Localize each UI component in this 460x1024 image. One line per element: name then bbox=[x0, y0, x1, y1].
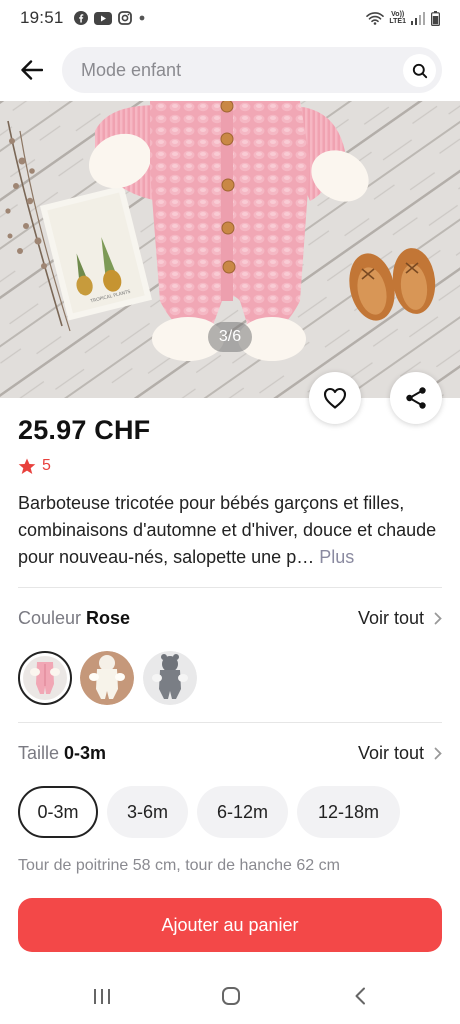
color-swatch-white[interactable] bbox=[80, 651, 134, 705]
color-swatch-gray[interactable] bbox=[143, 651, 197, 705]
youtube-icon bbox=[93, 11, 112, 25]
heart-icon bbox=[323, 387, 347, 409]
size-see-all-label: Voir tout bbox=[357, 742, 424, 763]
battery-icon bbox=[430, 10, 440, 26]
volte-bottom-label: LTE1 bbox=[389, 18, 406, 25]
size-measurement-note: Tour de poitrine 58 cm, tour de hanche 6… bbox=[18, 857, 340, 874]
size-section-header: Taille 0-3m Voir tout bbox=[18, 739, 442, 767]
size-option-0-3m[interactable]: 0-3m bbox=[18, 786, 98, 838]
search-icon bbox=[412, 63, 427, 78]
product-rating: 5 bbox=[18, 457, 51, 475]
volte-indicator: Vo)) LTE1 bbox=[389, 11, 406, 25]
size-option-3-6m[interactable]: 3-6m bbox=[107, 786, 188, 838]
facebook-icon bbox=[73, 11, 88, 25]
chevron-right-icon bbox=[434, 747, 442, 759]
add-to-cart-button[interactable]: Ajouter au panier bbox=[18, 898, 442, 952]
star-icon bbox=[18, 458, 36, 474]
back-chevron-icon bbox=[355, 987, 365, 1005]
white-romper-thumbnail bbox=[80, 651, 134, 705]
color-see-all-label: Voir tout bbox=[357, 607, 424, 628]
divider bbox=[18, 587, 442, 588]
system-navigation-bar bbox=[0, 970, 460, 1024]
signal-icon bbox=[411, 11, 425, 25]
recent-apps-icon bbox=[94, 988, 110, 1004]
color-label: Couleur bbox=[18, 607, 82, 628]
divider bbox=[18, 722, 442, 723]
wifi-icon bbox=[366, 11, 385, 25]
status-bar: 19:51 Vo)) LTE1 bbox=[0, 0, 460, 36]
size-option-12-18m[interactable]: 12-18m bbox=[297, 786, 400, 838]
color-see-all-link[interactable]: Voir tout bbox=[358, 608, 442, 629]
recent-apps-button[interactable] bbox=[90, 984, 114, 1008]
rating-value: 5 bbox=[42, 457, 51, 474]
product-description: Barboteuse tricotée pour bébés garçons e… bbox=[18, 490, 448, 571]
favorite-button[interactable] bbox=[309, 372, 361, 424]
share-button[interactable] bbox=[390, 372, 442, 424]
home-button[interactable] bbox=[219, 984, 243, 1008]
instagram-icon bbox=[117, 11, 132, 25]
color-swatch-pink[interactable] bbox=[18, 651, 72, 705]
search-header: Mode enfant bbox=[0, 44, 460, 96]
product-image-carousel[interactable]: TROPICAL PLANTS 3/6 bbox=[0, 101, 460, 398]
chevron-right-icon bbox=[434, 612, 442, 624]
product-photo: TROPICAL PLANTS bbox=[0, 101, 460, 398]
home-icon bbox=[222, 987, 240, 1005]
size-option-6-12m[interactable]: 6-12m bbox=[197, 786, 288, 838]
size-value: 0-3m bbox=[64, 742, 107, 763]
back-arrow-icon bbox=[21, 60, 43, 80]
search-input[interactable]: Mode enfant bbox=[62, 47, 442, 93]
pink-romper-thumbnail bbox=[23, 656, 67, 700]
product-price: 25.97 CHF bbox=[18, 415, 151, 445]
size-see-all-link[interactable]: Voir tout bbox=[358, 743, 442, 764]
back-nav-button[interactable] bbox=[348, 984, 372, 1008]
share-icon bbox=[406, 387, 426, 409]
size-label: Taille bbox=[18, 742, 60, 763]
search-placeholder: Mode enfant bbox=[81, 59, 182, 80]
back-button[interactable] bbox=[18, 56, 46, 84]
description-text: Barboteuse tricotée pour bébés garçons e… bbox=[18, 493, 437, 567]
description-more-link[interactable]: Plus bbox=[319, 547, 354, 567]
status-time: 19:51 bbox=[20, 8, 64, 27]
search-button[interactable] bbox=[403, 54, 436, 87]
image-pager-indicator: 3/6 bbox=[208, 322, 252, 352]
volte-top-label: Vo)) bbox=[391, 11, 405, 18]
color-value: Rose bbox=[86, 607, 131, 628]
gray-romper-thumbnail bbox=[143, 651, 197, 705]
notification-dot-icon bbox=[138, 11, 146, 25]
color-section-header: Couleur Rose Voir tout bbox=[18, 604, 442, 632]
